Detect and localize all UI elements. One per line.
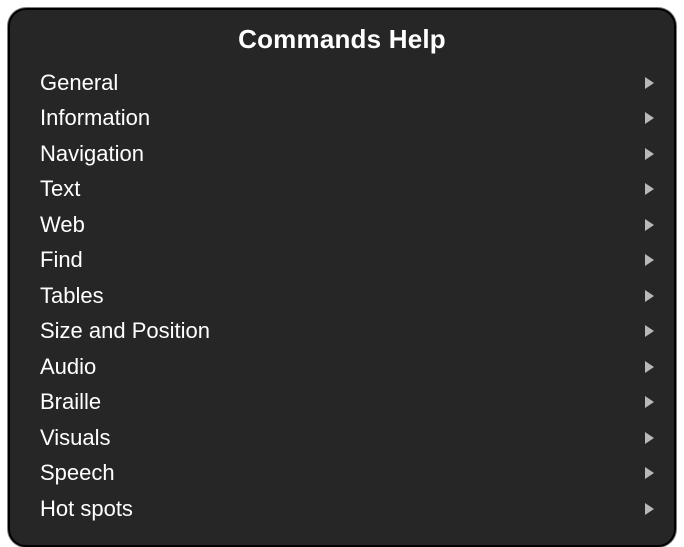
menu-item-general[interactable]: General (10, 65, 674, 101)
menu-item-tables[interactable]: Tables (10, 278, 674, 314)
menu-item-information[interactable]: Information (10, 101, 674, 137)
menu-item-find[interactable]: Find (10, 243, 674, 279)
menu-item-navigation[interactable]: Navigation (10, 136, 674, 172)
menu-item-label: Find (40, 247, 83, 273)
menu-item-text[interactable]: Text (10, 172, 674, 208)
chevron-right-icon (645, 503, 654, 515)
chevron-right-icon (645, 77, 654, 89)
menu-item-label: Text (40, 176, 80, 202)
commands-help-panel: Commands Help General Information Naviga… (8, 8, 676, 547)
commands-menu: General Information Navigation Text Web … (10, 65, 674, 527)
menu-item-audio[interactable]: Audio (10, 349, 674, 385)
menu-item-visuals[interactable]: Visuals (10, 420, 674, 456)
chevron-right-icon (645, 148, 654, 160)
chevron-right-icon (645, 290, 654, 302)
chevron-right-icon (645, 396, 654, 408)
chevron-right-icon (645, 183, 654, 195)
menu-item-label: Web (40, 212, 85, 238)
menu-item-label: Size and Position (40, 318, 210, 344)
chevron-right-icon (645, 112, 654, 124)
chevron-right-icon (645, 432, 654, 444)
menu-item-label: General (40, 70, 118, 96)
menu-item-braille[interactable]: Braille (10, 385, 674, 421)
menu-item-size-and-position[interactable]: Size and Position (10, 314, 674, 350)
menu-item-label: Speech (40, 460, 115, 486)
menu-item-label: Tables (40, 283, 104, 309)
menu-item-label: Hot spots (40, 496, 133, 522)
chevron-right-icon (645, 219, 654, 231)
menu-item-hot-spots[interactable]: Hot spots (10, 491, 674, 527)
menu-item-label: Audio (40, 354, 96, 380)
menu-item-label: Braille (40, 389, 101, 415)
menu-item-label: Visuals (40, 425, 111, 451)
panel-title: Commands Help (10, 24, 674, 55)
menu-item-speech[interactable]: Speech (10, 456, 674, 492)
chevron-right-icon (645, 254, 654, 266)
menu-item-label: Navigation (40, 141, 144, 167)
chevron-right-icon (645, 361, 654, 373)
menu-item-web[interactable]: Web (10, 207, 674, 243)
chevron-right-icon (645, 467, 654, 479)
chevron-right-icon (645, 325, 654, 337)
menu-item-label: Information (40, 105, 150, 131)
